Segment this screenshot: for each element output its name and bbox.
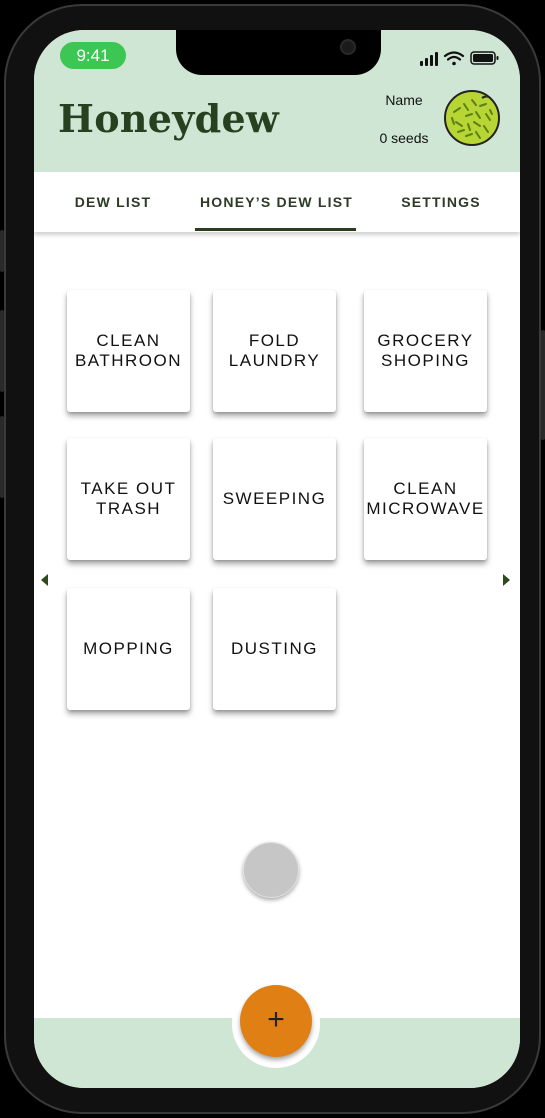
previous-page-arrow-icon[interactable] xyxy=(41,574,48,586)
next-page-arrow-icon[interactable] xyxy=(503,574,510,586)
chore-card-sweeping[interactable]: SWEEPING xyxy=(213,438,336,560)
app-title: Honeydew xyxy=(58,96,279,141)
wifi-icon xyxy=(443,51,465,66)
signal-icon xyxy=(420,52,438,66)
chore-card-clean-microwave[interactable]: CLEAN MICROWAVE xyxy=(364,438,487,560)
add-chore-button[interactable]: + xyxy=(240,985,312,1057)
app-header: 9:41 Honeydew Name 0 seeds xyxy=(34,30,520,172)
tab-bar: DEW LIST HONEY’S DEW LIST SETTINGS xyxy=(34,172,520,232)
notch xyxy=(176,30,381,75)
chore-label: CLEAN MICROWAVE xyxy=(366,479,485,518)
chore-card-dusting[interactable]: DUSTING xyxy=(213,588,336,710)
chore-label: FOLD LAUNDRY xyxy=(228,331,321,370)
chore-label: SWEEPING xyxy=(222,489,327,508)
user-name: Name xyxy=(385,92,423,108)
chore-card-fold-laundry[interactable]: FOLD LAUNDRY xyxy=(213,290,336,412)
seed-count: 0 seeds xyxy=(379,130,429,146)
chore-label: DUSTING xyxy=(231,639,318,658)
chore-label: MOPPING xyxy=(83,639,174,658)
battery-icon xyxy=(470,51,499,65)
chore-card-grocery-shoping[interactable]: GROCERY SHOPING xyxy=(364,290,487,412)
chore-card-mopping[interactable]: MOPPING xyxy=(67,588,190,710)
chore-label: GROCERY SHOPING xyxy=(377,331,474,370)
melon-icon xyxy=(451,95,493,139)
chore-label: CLEAN BATHROON xyxy=(74,331,183,370)
chore-card-clean-bathroon[interactable]: CLEAN BATHROON xyxy=(67,290,190,412)
tab-dew-list[interactable]: DEW LIST xyxy=(52,172,174,232)
status-time: 9:41 xyxy=(60,42,126,69)
volume-up-button xyxy=(0,310,4,392)
mute-switch xyxy=(0,230,4,272)
chore-label: TAKE OUT TRASH xyxy=(80,479,177,518)
power-button xyxy=(541,330,545,440)
avatar[interactable] xyxy=(444,90,500,146)
tab-honeys-dew-list[interactable]: HONEY’S DEW LIST xyxy=(189,172,364,232)
status-icons xyxy=(420,51,499,66)
volume-down-button xyxy=(0,416,4,498)
tab-settings[interactable]: SETTINGS xyxy=(386,172,496,232)
app-screen: 9:41 Honeydew Name 0 seeds DEW LIST HONE… xyxy=(34,30,520,1088)
camera-icon xyxy=(340,39,356,55)
drag-handle[interactable] xyxy=(243,842,299,898)
active-tab-indicator xyxy=(195,228,356,231)
chore-card-take-out-trash[interactable]: TAKE OUT TRASH xyxy=(67,438,190,560)
